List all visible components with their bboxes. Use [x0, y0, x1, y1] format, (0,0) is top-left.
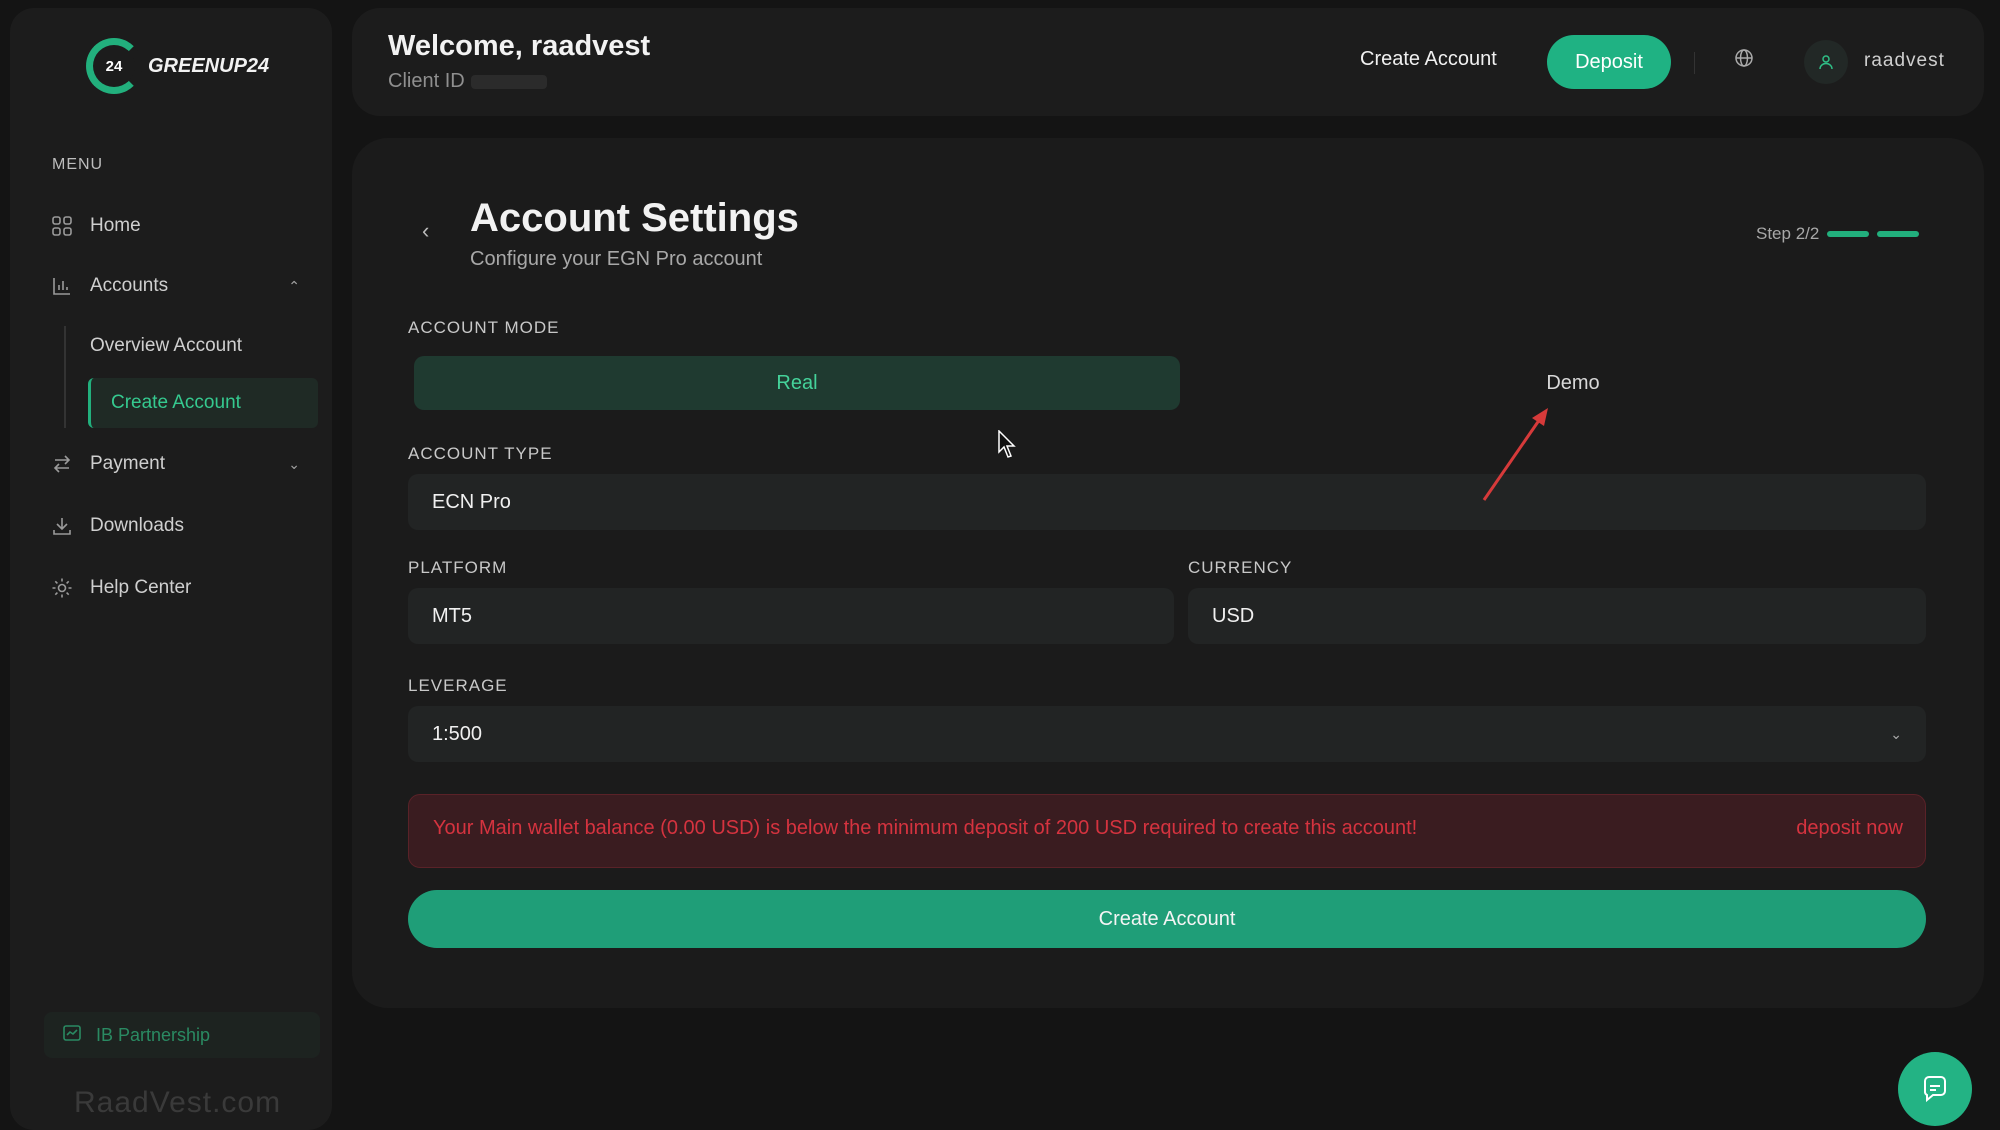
currency-field[interactable]: USD	[1188, 588, 1926, 644]
step-indicator: Step 2/2	[1756, 224, 1920, 244]
menu-title: MENU	[52, 156, 104, 173]
sidebar-item-label: Payment	[90, 453, 165, 474]
chevron-up-icon[interactable]: ⌃	[288, 278, 300, 295]
step-bar-2	[1877, 231, 1920, 237]
mode-demo-tab[interactable]: Demo	[1190, 356, 1956, 410]
annotation-arrow	[1482, 408, 1548, 501]
welcome-title: Welcome, raadvest	[388, 30, 651, 62]
chart-icon	[50, 274, 74, 298]
deposit-button[interactable]: Deposit	[1547, 35, 1671, 89]
top-header: Welcome, raadvest Client ID Create Accou…	[352, 8, 1984, 116]
handshake-icon	[62, 1023, 82, 1048]
balance-alert: Your Main wallet balance (0.00 USD) is b…	[408, 794, 1926, 868]
sidebar-item-payment[interactable]: Payment ⌄	[50, 444, 310, 484]
chat-button[interactable]	[1898, 1052, 1972, 1126]
leverage-value: 1:500	[432, 722, 483, 745]
step-label: Step 2/2	[1756, 224, 1820, 243]
account-type-field[interactable]: ECN Pro	[408, 474, 1926, 530]
logo[interactable]: 24 GREENUP24	[86, 38, 269, 94]
logo-text: GREENUP24	[148, 54, 270, 77]
sidebar-item-accounts[interactable]: Accounts ⌃	[50, 266, 310, 306]
deposit-now-link[interactable]: deposit now	[1796, 817, 1903, 840]
sidebar-subitem-overview-account[interactable]: Overview Account	[90, 322, 242, 370]
grid-icon	[50, 214, 74, 238]
username[interactable]: raadvest	[1864, 50, 1945, 72]
client-id: Client ID	[388, 70, 547, 93]
account-type-label: ACCOUNT TYPE	[408, 444, 553, 463]
chevron-down-icon[interactable]: ⌄	[288, 456, 300, 473]
submenu-line	[64, 326, 66, 428]
mode-real-tab[interactable]: Real	[414, 356, 1180, 410]
user-icon[interactable]	[1804, 40, 1848, 84]
currency-label: CURRENCY	[1188, 558, 1293, 577]
header-divider	[1694, 52, 1695, 74]
sidebar: 24 GREENUP24 MENU Home Accounts ⌃ Overvi…	[10, 8, 332, 1130]
globe-icon[interactable]	[1734, 48, 1754, 74]
client-id-redacted	[470, 74, 547, 89]
chat-icon	[1923, 1076, 1946, 1103]
sidebar-item-label: Help Center	[90, 577, 192, 598]
leverage-label: LEVERAGE	[408, 676, 508, 695]
chevron-down-icon: ⌄	[1890, 725, 1902, 742]
ib-partnership-button[interactable]: IB Partnership	[44, 1012, 320, 1058]
page-subtitle: Configure your EGN Pro account	[470, 248, 763, 270]
gear-icon	[50, 576, 74, 600]
back-chevron-icon[interactable]: ‹	[422, 218, 429, 244]
currency-value: USD	[1212, 604, 1255, 627]
transfer-icon	[50, 452, 74, 476]
sidebar-item-label: Home	[90, 215, 141, 236]
page-title: Account Settings	[470, 196, 799, 240]
download-icon	[50, 514, 74, 538]
platform-value: MT5	[432, 604, 472, 627]
sidebar-item-downloads[interactable]: Downloads	[50, 506, 310, 546]
platform-field[interactable]: MT5	[408, 588, 1174, 644]
sidebar-item-label: Downloads	[90, 515, 184, 536]
account-settings-card: ‹ Account Settings Configure your EGN Pr…	[352, 138, 1984, 1008]
ib-partnership-label: IB Partnership	[96, 1024, 211, 1045]
leverage-select[interactable]: 1:500 ⌄	[408, 706, 1926, 762]
alert-message: Your Main wallet balance (0.00 USD) is b…	[433, 817, 1418, 839]
create-account-button[interactable]: Create Account	[408, 890, 1926, 948]
header-create-account-link[interactable]: Create Account	[1360, 48, 1497, 71]
account-mode-label: ACCOUNT MODE	[408, 318, 560, 337]
account-type-value: ECN Pro	[432, 490, 511, 513]
mouse-cursor	[998, 430, 1016, 458]
sidebar-item-home[interactable]: Home	[50, 206, 310, 246]
watermark: RaadVest.com	[74, 1086, 282, 1119]
platform-label: PLATFORM	[408, 558, 508, 577]
client-id-label: Client ID	[388, 70, 465, 92]
step-bar-1	[1827, 231, 1870, 237]
sidebar-item-label: Accounts	[90, 275, 169, 296]
sidebar-subitem-create-account[interactable]: Create Account	[88, 378, 318, 428]
sidebar-item-help-center[interactable]: Help Center	[50, 568, 310, 608]
logo-mark: 24	[86, 38, 142, 94]
